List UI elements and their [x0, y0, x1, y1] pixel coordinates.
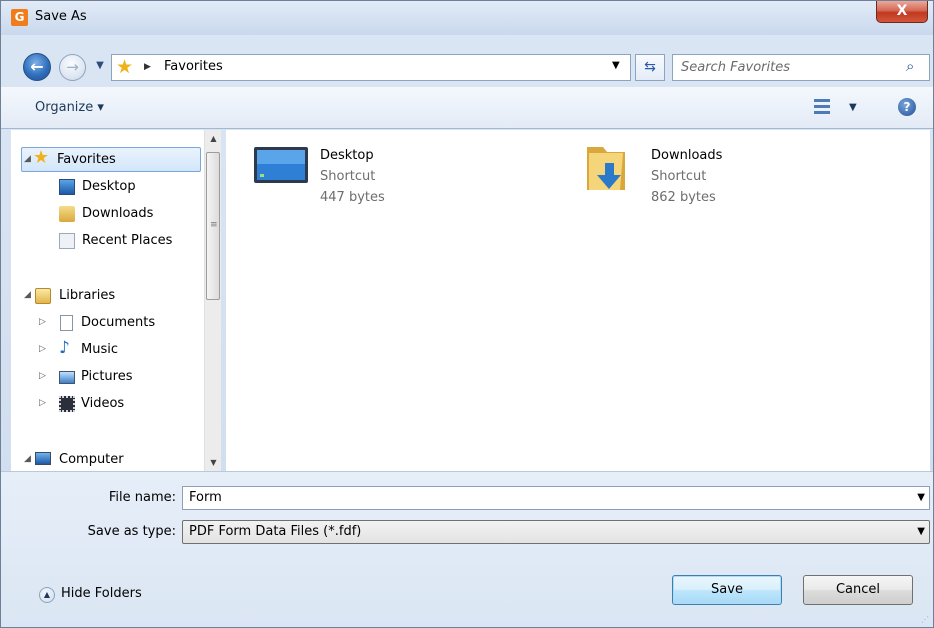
collapse-arrow-icon[interactable]: ◢	[24, 447, 31, 471]
downloads-folder-icon	[587, 147, 625, 190]
breadcrumb-favorites[interactable]: Favorites	[164, 59, 223, 74]
downloads-icon	[59, 206, 75, 222]
save-type-value: PDF Form Data Files (*.fdf)	[189, 524, 362, 539]
view-options-icon[interactable]	[814, 98, 830, 114]
refresh-button[interactable]: ⇆	[635, 54, 665, 81]
nav-item-label: Videos	[81, 396, 125, 411]
file-kind: Shortcut	[651, 169, 707, 184]
toolbar: Organize ▾ ▼ ?	[1, 87, 933, 129]
view-dropdown-icon[interactable]: ▼	[849, 102, 857, 113]
nav-scrollbar[interactable]: ▲ ≡ ▼	[204, 130, 221, 471]
save-as-dialog: G Save As X ← → ▼ ★ ▶ Favorites ▼ ⇆ ⌕ Or…	[0, 0, 934, 628]
save-options-panel: File name: Form ▼ Save as type: PDF Form…	[1, 471, 933, 627]
close-button[interactable]: X	[876, 1, 928, 23]
nav-item-label: Documents	[81, 315, 156, 330]
nav-item-label: Music	[81, 342, 118, 357]
file-name-label: File name:	[108, 490, 176, 505]
search-box: ⌕	[672, 54, 930, 81]
address-row: ← → ▼ ★ ▶ Favorites ▼ ⇆ ⌕	[1, 35, 933, 87]
search-icon[interactable]: ⌕	[906, 57, 914, 75]
resize-grip-icon[interactable]: ⋰	[921, 615, 929, 624]
back-button[interactable]: ←	[23, 53, 51, 81]
computer-icon	[35, 452, 51, 465]
favorites-star-icon: ★	[116, 56, 134, 78]
file-kind: Shortcut	[320, 169, 376, 184]
nav-item-label: Downloads	[82, 206, 154, 221]
expand-arrow-icon[interactable]: ▷	[39, 337, 46, 362]
scroll-up-arrow-icon[interactable]: ▲	[205, 130, 222, 147]
search-input[interactable]	[681, 60, 901, 75]
navigation-pane: ◢ ★ Favorites Desktop Downloads Recent P…	[11, 130, 204, 471]
collapse-arrow-icon[interactable]: ◢	[24, 147, 31, 172]
collapse-up-icon: ▲	[39, 587, 55, 603]
window-title: Save As	[35, 9, 87, 24]
save-type-select[interactable]: PDF Form Data Files (*.fdf) ▼	[182, 520, 930, 544]
expand-arrow-icon[interactable]: ▷	[39, 310, 46, 335]
file-name-dropdown-icon[interactable]: ▼	[917, 492, 925, 503]
videos-icon	[59, 396, 75, 412]
expand-arrow-icon[interactable]: ▷	[39, 364, 46, 389]
nav-libraries-label: Libraries	[59, 288, 116, 303]
file-name: Desktop	[320, 148, 374, 163]
file-name: Downloads	[651, 148, 723, 163]
file-name-value: Form	[189, 490, 222, 505]
file-list: Desktop Shortcut 447 bytes Downloads Sho…	[226, 130, 930, 471]
recent-locations-dropdown[interactable]: ▼	[93, 59, 107, 73]
address-dropdown-icon[interactable]: ▼	[612, 60, 620, 71]
nav-item-label: Pictures	[81, 369, 133, 384]
favorites-star-icon: ★	[33, 147, 50, 168]
save-type-dropdown-icon[interactable]: ▼	[917, 526, 925, 537]
breadcrumb-arrow-icon[interactable]: ▶	[144, 60, 151, 74]
file-size: 862 bytes	[651, 190, 716, 205]
pictures-icon	[59, 371, 75, 384]
libraries-icon	[35, 288, 51, 304]
file-item-desktop[interactable]: Desktop Shortcut 447 bytes	[252, 133, 552, 205]
organize-button[interactable]: Organize ▾	[35, 100, 104, 115]
save-type-label: Save as type:	[87, 524, 176, 539]
nav-favorites[interactable]: ◢ ★ Favorites	[21, 147, 201, 172]
save-button[interactable]: Save	[672, 575, 782, 605]
help-icon[interactable]: ?	[898, 98, 916, 116]
cancel-button[interactable]: Cancel	[803, 575, 913, 605]
title-bar: G Save As X	[1, 1, 933, 35]
scroll-grip-icon: ≡	[210, 220, 218, 230]
file-name-field[interactable]: Form ▼	[182, 486, 930, 510]
nav-computer-label: Computer	[59, 452, 124, 467]
recent-places-icon	[59, 233, 75, 249]
desktop-icon	[59, 179, 75, 195]
scroll-down-arrow-icon[interactable]: ▼	[205, 454, 222, 471]
address-bar[interactable]: ★ ▶ Favorites ▼	[111, 54, 631, 81]
expand-arrow-icon[interactable]: ▷	[39, 391, 46, 416]
file-size: 447 bytes	[320, 190, 385, 205]
hide-folders-label: Hide Folders	[61, 586, 142, 601]
nav-item-label: Recent Places	[82, 233, 173, 248]
desktop-shortcut-icon	[254, 147, 308, 183]
file-item-downloads[interactable]: Downloads Shortcut 862 bytes	[583, 133, 883, 205]
scroll-thumb[interactable]: ≡	[206, 152, 220, 300]
music-icon: ♪	[59, 338, 70, 358]
collapse-arrow-icon[interactable]: ◢	[24, 283, 31, 308]
nav-item-label: Desktop	[82, 179, 136, 194]
forward-button[interactable]: →	[59, 54, 86, 81]
app-logo-icon: G	[11, 9, 28, 26]
nav-favorites-label: Favorites	[57, 152, 116, 167]
documents-icon	[60, 315, 73, 331]
